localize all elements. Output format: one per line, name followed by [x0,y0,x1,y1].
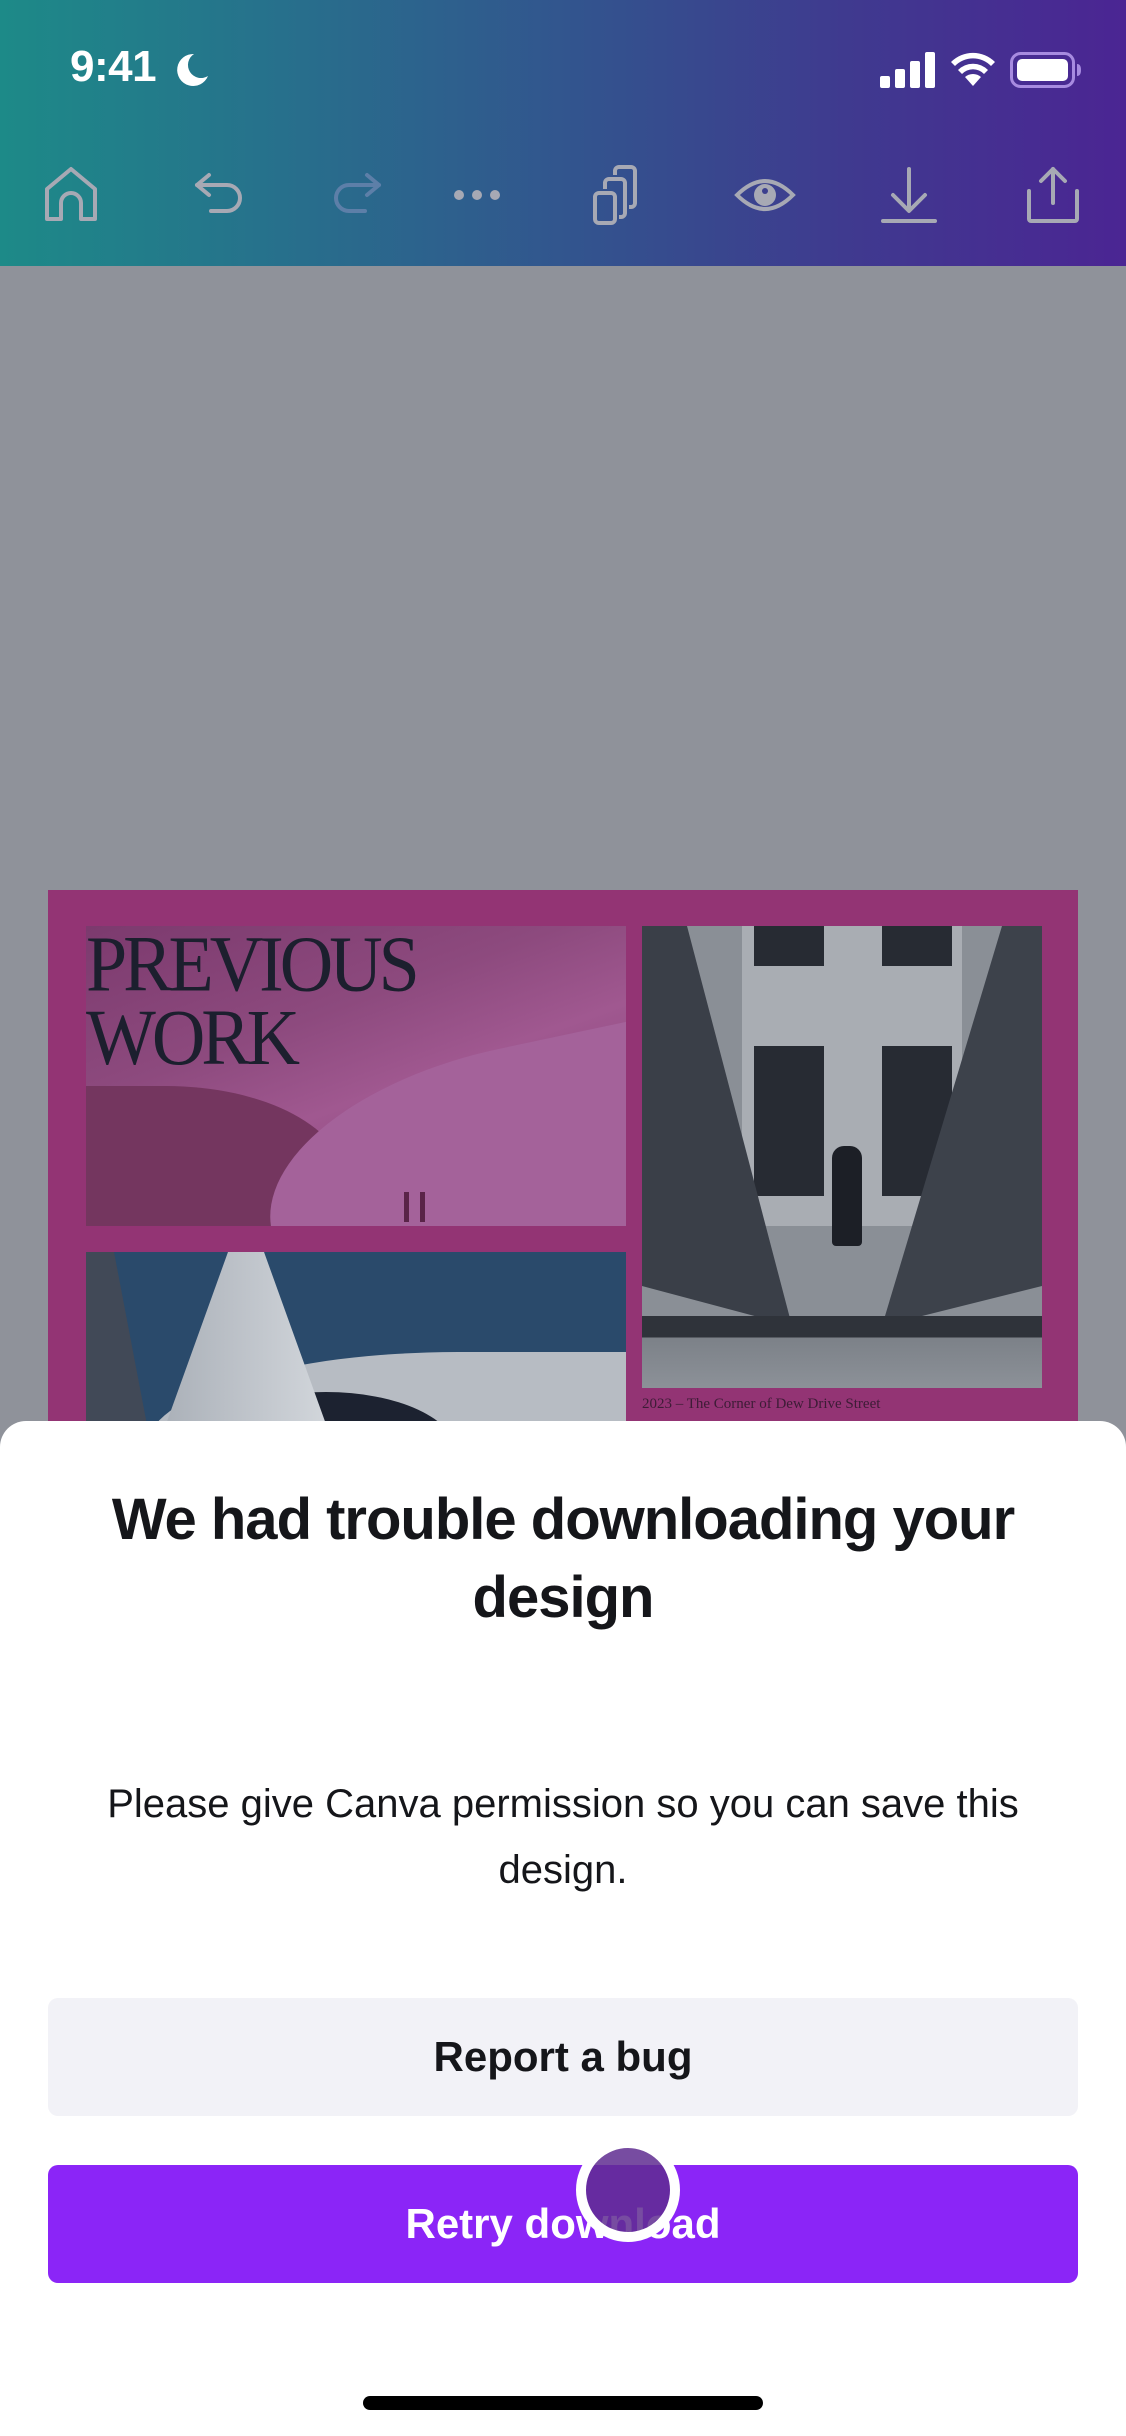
download-button[interactable] [864,150,954,240]
design-page[interactable]: PREVIOUS WORK 2023 – The Corner of Dew D… [48,890,1078,1450]
design-caption: 2023 – The Corner of Dew Drive Street [642,1396,881,1412]
photo-street-corner [642,926,1042,1388]
editor-toolbar [0,150,1126,240]
home-icon [45,167,97,221]
more-button[interactable] [432,150,522,240]
share-icon [1027,167,1079,223]
undo-button[interactable] [174,150,264,240]
report-bug-button[interactable]: Report a bug [48,1998,1078,2116]
download-icon [881,167,937,223]
people-figures [404,1192,425,1222]
home-indicator[interactable] [363,2396,763,2410]
wifi-icon [951,52,995,86]
undo-icon [195,173,242,213]
design-canvas: PREVIOUS WORK 2023 – The Corner of Dew D… [0,266,1126,1450]
eye-icon [734,179,796,211]
dialog-message: Please give Canva permission so you can … [107,1782,1019,1892]
moon-icon [177,53,208,86]
cellular-signal-icon [880,52,935,88]
share-button[interactable] [1008,150,1098,240]
touch-indicator [576,2138,680,2242]
redo-button[interactable] [312,150,402,240]
more-icon [454,190,500,200]
retry-download-button[interactable]: Retry download [48,2165,1078,2283]
header: 9:41 [0,0,1126,266]
status-bar: 9:41 [0,0,1126,140]
design-heading: PREVIOUS WORK [86,920,420,1083]
download-error-sheet: We had trouble downloading your design P… [0,1421,1126,2436]
pages-icon [593,165,637,225]
battery-icon [1010,52,1081,88]
preview-button[interactable] [720,150,810,240]
dialog-title: We had trouble downloading your design [111,1487,1015,1630]
pages-button[interactable] [576,150,666,240]
redo-icon [334,173,381,213]
status-time: 9:41 [70,42,157,91]
home-button[interactable] [26,150,116,240]
